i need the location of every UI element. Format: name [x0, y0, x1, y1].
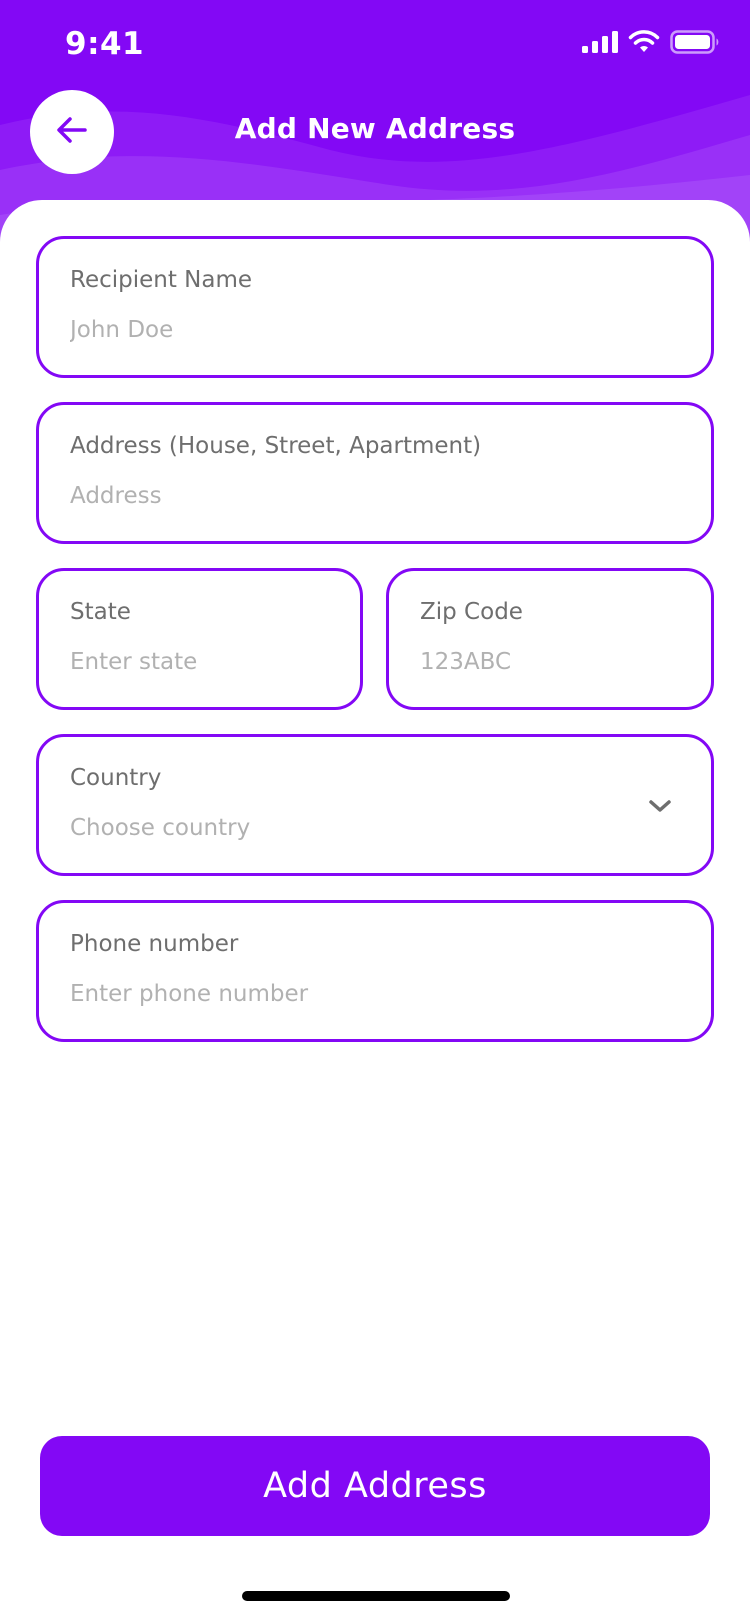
- home-indicator: [242, 1591, 510, 1601]
- signal-icon: [582, 31, 618, 57]
- wifi-icon: [628, 30, 660, 58]
- zip-code-field[interactable]: Zip Code: [386, 568, 714, 710]
- country-select[interactable]: Country: [36, 734, 714, 876]
- chevron-down-icon[interactable]: [647, 793, 673, 819]
- state-field[interactable]: State: [36, 568, 363, 710]
- address-input[interactable]: [70, 483, 680, 509]
- address-label: Address (House, Street, Apartment): [70, 433, 482, 459]
- add-address-screen: 9:41 Add New Address Recipient Name John…: [0, 0, 750, 1624]
- add-address-button[interactable]: Add Address: [40, 1436, 710, 1536]
- page-title: Add New Address: [234, 112, 516, 145]
- zip-code-label: Zip Code: [420, 599, 523, 625]
- state-label: State: [70, 599, 131, 625]
- country-label: Country: [70, 765, 162, 791]
- recipient-name-label: Recipient Name: [70, 267, 253, 293]
- phone-number-label: Phone number: [70, 931, 239, 957]
- status-time: 9:41: [65, 26, 145, 62]
- recipient-name-input[interactable]: [70, 317, 680, 343]
- status-icons: [582, 30, 720, 58]
- address-field[interactable]: Address (House, Street, Apartment): [36, 402, 714, 544]
- state-input[interactable]: [70, 649, 329, 675]
- phone-number-field[interactable]: Phone number: [36, 900, 714, 1042]
- zip-code-input[interactable]: [420, 649, 680, 675]
- battery-icon: [670, 30, 720, 58]
- country-input[interactable]: [70, 815, 622, 841]
- phone-number-input[interactable]: [70, 981, 680, 1007]
- recipient-name-field[interactable]: Recipient Name: [36, 236, 714, 378]
